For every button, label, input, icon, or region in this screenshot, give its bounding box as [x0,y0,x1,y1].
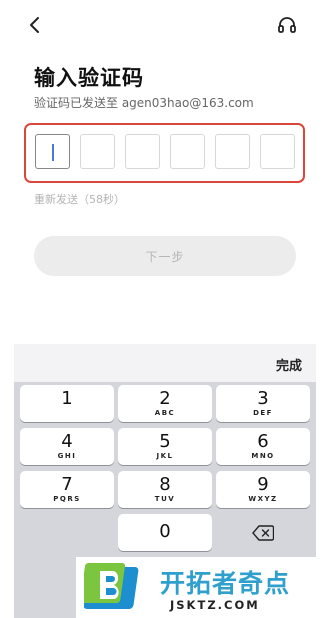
key-letters: ABC [154,409,176,417]
keyboard-toolbar: 完成 [14,344,316,382]
key-letters: JKL [156,452,174,460]
watermark-logo-icon [80,559,148,615]
back-chevron-icon[interactable] [26,14,46,36]
key-4[interactable]: 4 GHI [20,428,114,465]
key-7[interactable]: 7 PQRS [20,471,114,508]
backspace-icon [252,524,274,541]
code-digit-box-2[interactable] [80,134,115,169]
code-digit-box-6[interactable] [260,134,295,169]
sent-to-hint: 验证码已发送至 agen03hao@163.com [34,96,254,110]
key-digit: 6 [257,431,269,452]
page-title: 输入验证码 [34,66,144,90]
key-digit: 4 [61,431,73,452]
key-digit: 7 [61,474,73,495]
key-digit: 8 [159,474,171,495]
backspace-key[interactable] [216,514,310,551]
next-step-button[interactable]: 下一步 [34,236,296,276]
code-digit-box-3[interactable] [125,134,160,169]
code-digit-box-1[interactable] [35,134,70,169]
key-digit: 5 [159,431,171,452]
done-button[interactable]: 完成 [276,355,302,374]
text-cursor [52,144,54,161]
watermark-brand: 开拓者奇点 [160,569,291,598]
key-letters: GHI [57,452,77,460]
key-letters: TUV [154,495,176,503]
key-digit: 0 [159,521,171,542]
key-1[interactable]: 1 [20,385,114,422]
key-digit: 1 [61,388,73,409]
key-letters: WXYZ [248,495,278,503]
top-bar [0,0,326,50]
watermark-domain: JSKTZ.COM [170,598,260,612]
key-5[interactable]: 5 JKL [118,428,212,465]
key-3[interactable]: 3 DEF [216,385,310,422]
resend-countdown: 重新发送（58秒） [34,193,125,206]
key-0[interactable]: 0 [118,514,212,551]
key-letters: DEF [253,409,273,417]
code-digit-box-5[interactable] [215,134,250,169]
key-letters: PQRS [53,495,81,503]
key-digit: 3 [257,388,269,409]
key-9[interactable]: 9 WXYZ [216,471,310,508]
key-8[interactable]: 8 TUV [118,471,212,508]
key-letters: MNO [251,452,275,460]
headset-icon[interactable] [276,14,298,36]
code-digit-box-4[interactable] [170,134,205,169]
key-6[interactable]: 6 MNO [216,428,310,465]
key-digit: 2 [159,388,171,409]
key-digit: 9 [257,474,269,495]
watermark: 开拓者奇点 JSKTZ.COM [76,557,326,618]
key-2[interactable]: 2 ABC [118,385,212,422]
